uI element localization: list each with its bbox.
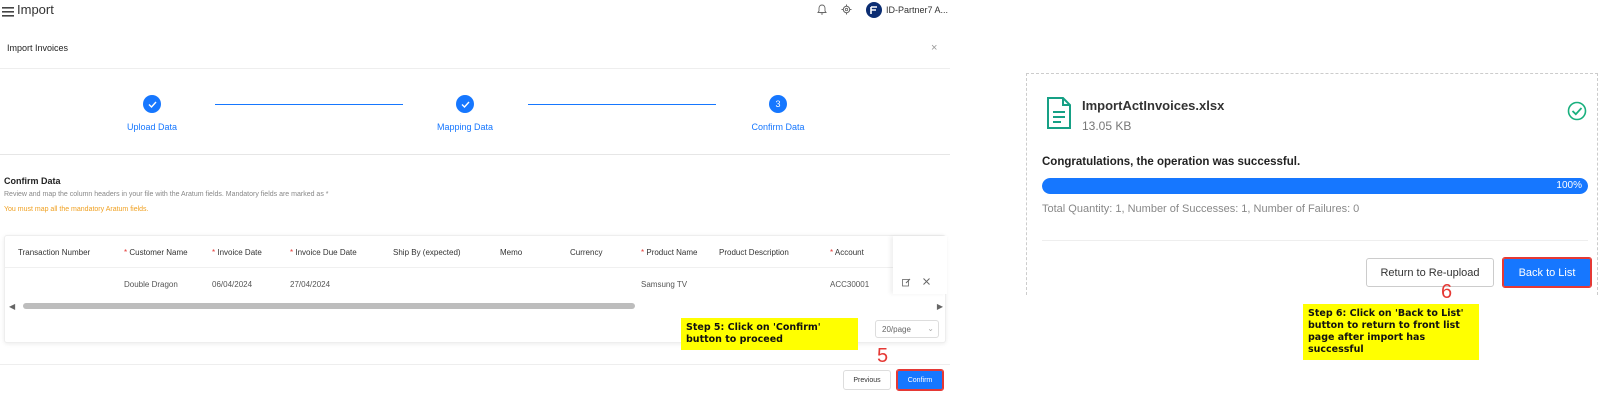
previous-button[interactable]: Previous xyxy=(843,370,891,390)
header-label: Account xyxy=(834,248,864,257)
step-6-callout: Step 6: Click on 'Back to List' button t… xyxy=(1303,304,1479,360)
header-invoice-due-date: * Invoice Due Date xyxy=(290,248,357,257)
import-summary: Total Quantity: 1, Number of Successes: … xyxy=(1042,203,1360,215)
step-2-label: Mapping Data xyxy=(436,122,494,132)
page-size-select[interactable]: 20/page ⌄ xyxy=(875,320,939,338)
cell-product-name: Samsung TV xyxy=(641,280,688,289)
cell-account: ACC30001 xyxy=(830,280,870,289)
header-ship-by: Ship By (expected) xyxy=(393,248,461,257)
row-divider xyxy=(5,267,893,268)
step-connector xyxy=(528,104,716,105)
header-currency: Currency xyxy=(570,248,603,257)
header-memo: Memo xyxy=(500,248,523,257)
step-6-number: 6 xyxy=(1441,281,1453,303)
header-label: Invoice Date xyxy=(217,248,262,257)
import-stepper: Upload Data Mapping Data 3 Confirm Data xyxy=(0,95,950,155)
header-product-name: * Product Name xyxy=(641,248,698,257)
required-mark: * xyxy=(212,248,216,257)
step-5-callout: Step 5: Click on 'Confirm' button to pro… xyxy=(681,318,858,350)
confirm-button[interactable]: Confirm xyxy=(896,369,944,391)
dialog-header: Import Invoices × xyxy=(0,37,950,69)
cell-invoice-due-date: 27/04/2024 xyxy=(290,280,331,289)
required-mark: * xyxy=(290,248,294,257)
required-mark: * xyxy=(641,248,645,257)
step-connector xyxy=(215,104,403,105)
top-right-tools: ID-Partner7 A... xyxy=(817,2,948,18)
bell-icon[interactable] xyxy=(817,4,827,17)
import-progress-bar: 100% xyxy=(1042,178,1588,194)
required-mark: * xyxy=(830,248,834,257)
cell-customer-name: Double Dragon xyxy=(124,280,178,289)
back-to-list-button[interactable]: Back to List xyxy=(1502,257,1592,288)
user-menu[interactable]: ID-Partner7 A... xyxy=(865,2,948,18)
section-title: Confirm Data xyxy=(4,176,61,186)
step-2-check-icon xyxy=(456,95,474,113)
scroll-left-arrow-icon[interactable]: ◀ xyxy=(9,302,15,311)
section-description: Review and map the column headers in you… xyxy=(4,191,329,198)
footer-divider xyxy=(0,364,950,365)
scrollbar-thumb[interactable] xyxy=(23,303,635,309)
top-bar: Import ID-Partner7 A... xyxy=(0,0,950,22)
return-to-reupload-button[interactable]: Return to Re-upload xyxy=(1366,258,1494,287)
header-transaction-number: Transaction Number xyxy=(18,248,91,257)
scroll-right-arrow-icon[interactable]: ▶ xyxy=(937,302,943,311)
header-product-description: Product Description xyxy=(719,248,789,257)
header-account: * Account xyxy=(830,248,864,257)
row-actions-column xyxy=(893,236,947,294)
required-mark: * xyxy=(124,248,128,257)
user-name: ID-Partner7 A... xyxy=(885,5,948,15)
header-label: Product Name xyxy=(646,248,698,257)
header-invoice-date: * Invoice Date xyxy=(212,248,262,257)
logo-avatar xyxy=(865,2,882,18)
progress-fill xyxy=(1042,178,1588,194)
cell-invoice-date: 06/04/2024 xyxy=(212,280,253,289)
step-1-label: Upload Data xyxy=(126,122,178,132)
horizontal-scrollbar[interactable]: ◀ ▶ xyxy=(9,302,943,311)
menu-icon[interactable] xyxy=(2,5,14,17)
progress-label: 100% xyxy=(1556,180,1582,191)
step-1-check-icon xyxy=(143,95,161,113)
check-circle-icon xyxy=(1567,101,1587,121)
chevron-down-icon: ⌄ xyxy=(927,324,934,333)
header-customer-name: * Customer Name xyxy=(124,248,188,257)
app-title-wrap: Import xyxy=(2,2,54,17)
page-size-value: 20/page xyxy=(882,325,911,334)
file-icon xyxy=(1046,97,1072,129)
mandatory-warning: You must map all the mandatory Aratum fi… xyxy=(4,206,149,213)
step-3-number: 3 xyxy=(769,95,787,113)
delete-icon[interactable] xyxy=(922,277,931,288)
header-label: Invoice Due Date xyxy=(295,248,357,257)
file-name: ImportActInvoices.xlsx xyxy=(1082,98,1225,113)
header-label: Customer Name xyxy=(129,248,188,257)
file-size: 13.05 KB xyxy=(1082,119,1132,133)
close-icon[interactable]: × xyxy=(931,42,937,54)
dialog-title: Import Invoices xyxy=(7,43,69,53)
success-message: Congratulations, the operation was succe… xyxy=(1042,156,1301,168)
step-3-label: Confirm Data xyxy=(751,122,805,132)
edit-icon[interactable] xyxy=(902,278,911,289)
gear-icon[interactable] xyxy=(841,4,852,17)
app-title: Import xyxy=(17,2,54,17)
result-divider xyxy=(1042,240,1588,241)
